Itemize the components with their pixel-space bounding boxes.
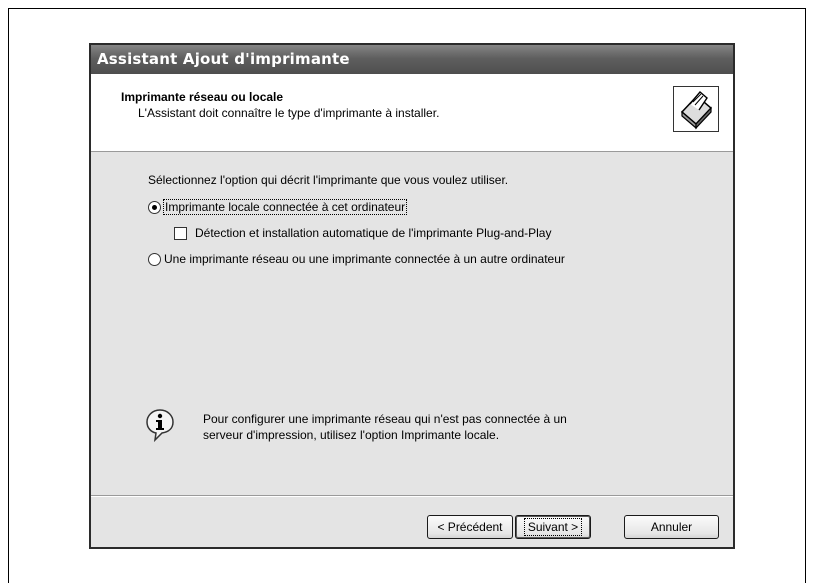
plug-and-play-checkbox[interactable] [174, 226, 187, 240]
bottom-divider [91, 495, 733, 497]
header-subtitle: L'Assistant doit connaître le type d'imp… [138, 106, 440, 120]
instruction-text: Sélectionnez l'option qui décrit l'impri… [148, 173, 509, 187]
network-printer-label[interactable]: Une imprimante réseau ou une imprimante … [164, 252, 565, 266]
window-title: Assistant Ajout d'imprimante [97, 50, 350, 68]
add-printer-wizard-dialog: Assistant Ajout d'imprimante Imprimante … [89, 43, 735, 549]
next-button-label: Suivant > [523, 518, 583, 536]
next-button[interactable]: Suivant > [515, 515, 591, 539]
back-button[interactable]: < Précédent [427, 515, 513, 539]
title-bar[interactable]: Assistant Ajout d'imprimante [91, 45, 733, 74]
local-printer-radio[interactable] [148, 200, 161, 214]
network-printer-radio-option[interactable]: Une imprimante réseau ou une imprimante … [148, 252, 565, 266]
back-button-label: < Précédent [437, 520, 503, 534]
plug-and-play-label[interactable]: Détection et installation automatique de… [195, 226, 551, 240]
wizard-header: Imprimante réseau ou locale L'Assistant … [91, 74, 733, 152]
header-title: Imprimante réseau ou locale [121, 90, 284, 104]
cancel-button-label: Annuler [650, 520, 693, 534]
info-message: Pour configurer une imprimante réseau qu… [203, 411, 663, 443]
info-icon [146, 409, 174, 442]
printer-icon [673, 86, 719, 132]
local-printer-label[interactable]: Imprimante locale connectée à cet ordina… [162, 199, 408, 215]
info-line-1: Pour configurer une imprimante réseau qu… [203, 412, 567, 426]
cancel-button[interactable]: Annuler [624, 515, 719, 539]
wizard-content: Sélectionnez l'option qui décrit l'impri… [91, 152, 733, 547]
local-printer-radio-option[interactable]: Imprimante locale connectée à cet ordina… [148, 199, 408, 215]
network-printer-radio[interactable] [148, 252, 161, 266]
plug-and-play-checkbox-option[interactable]: Détection et installation automatique de… [174, 226, 551, 240]
info-line-2: serveur d'impression, utilisez l'option … [203, 428, 500, 442]
